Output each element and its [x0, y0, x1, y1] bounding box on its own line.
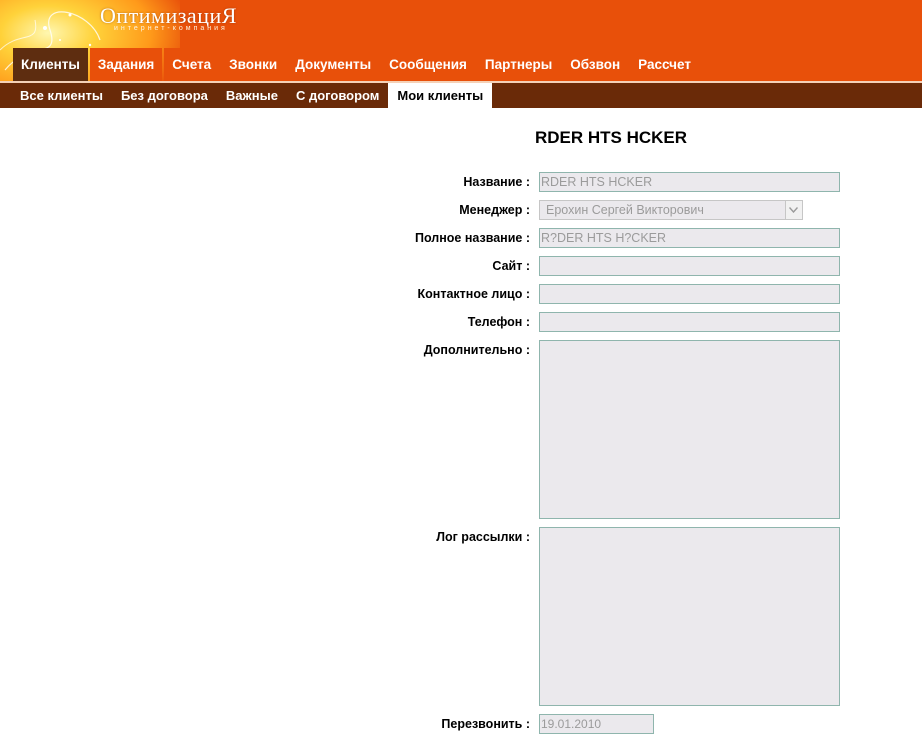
tab-calls[interactable]: Звонки: [221, 48, 286, 81]
site-field[interactable]: [539, 256, 840, 276]
phone-field[interactable]: [539, 312, 840, 332]
extra-textarea[interactable]: [539, 340, 840, 519]
subnav-important[interactable]: Важные: [217, 83, 287, 108]
log-textarea[interactable]: [539, 527, 840, 706]
tab-tasks[interactable]: Задания: [89, 48, 163, 81]
tab-messages[interactable]: Сообщения: [381, 48, 475, 81]
logo[interactable]: ОптимизациЯ интернет-компания: [100, 3, 237, 32]
contact-label: Контактное лицо :: [417, 287, 530, 301]
fullname-label: Полное название :: [414, 231, 530, 245]
sub-navigation: Все клиенты Без договора Важные С догово…: [0, 81, 922, 108]
fullname-field[interactable]: [539, 228, 840, 248]
phone-label: Телефон :: [467, 315, 530, 329]
tab-dialing[interactable]: Обзвон: [562, 48, 629, 81]
manager-select-value: Ерохин Сергей Викторович: [546, 203, 704, 217]
name-field[interactable]: [539, 172, 840, 192]
extra-label: Дополнительно :: [423, 343, 530, 357]
contact-field[interactable]: [539, 284, 840, 304]
manager-select[interactable]: Ерохин Сергей Викторович: [539, 200, 803, 220]
tab-calculation[interactable]: Рассчет: [630, 48, 699, 81]
tab-invoices[interactable]: Счета: [164, 48, 220, 81]
chevron-down-icon[interactable]: [785, 201, 802, 219]
callback-label: Перезвонить :: [441, 717, 530, 731]
tab-clients[interactable]: Клиенты: [13, 48, 88, 81]
subnav-my-clients[interactable]: Мои клиенты: [388, 83, 493, 108]
name-label: Название :: [463, 175, 530, 189]
subnav-with-contract[interactable]: С договором: [287, 83, 388, 108]
logo-subtitle: интернет-компания: [114, 25, 228, 32]
header: ОптимизациЯ интернет-компания Клиенты За…: [0, 0, 922, 81]
site-label: Сайт :: [492, 259, 530, 273]
main-tabs: Клиенты Задания Счета Звонки Документы С…: [13, 48, 701, 81]
log-label: Лог рассылки :: [436, 530, 530, 544]
tab-partners[interactable]: Партнеры: [476, 48, 561, 81]
callback-date-field[interactable]: 19.01.2010: [539, 714, 654, 734]
manager-label: Менеджер :: [459, 203, 530, 217]
subnav-no-contract[interactable]: Без договора: [112, 83, 217, 108]
page-title: RDER HTS HCKER: [534, 128, 688, 147]
subnav-all-clients[interactable]: Все клиенты: [11, 83, 112, 108]
tab-documents[interactable]: Документы: [287, 48, 380, 81]
